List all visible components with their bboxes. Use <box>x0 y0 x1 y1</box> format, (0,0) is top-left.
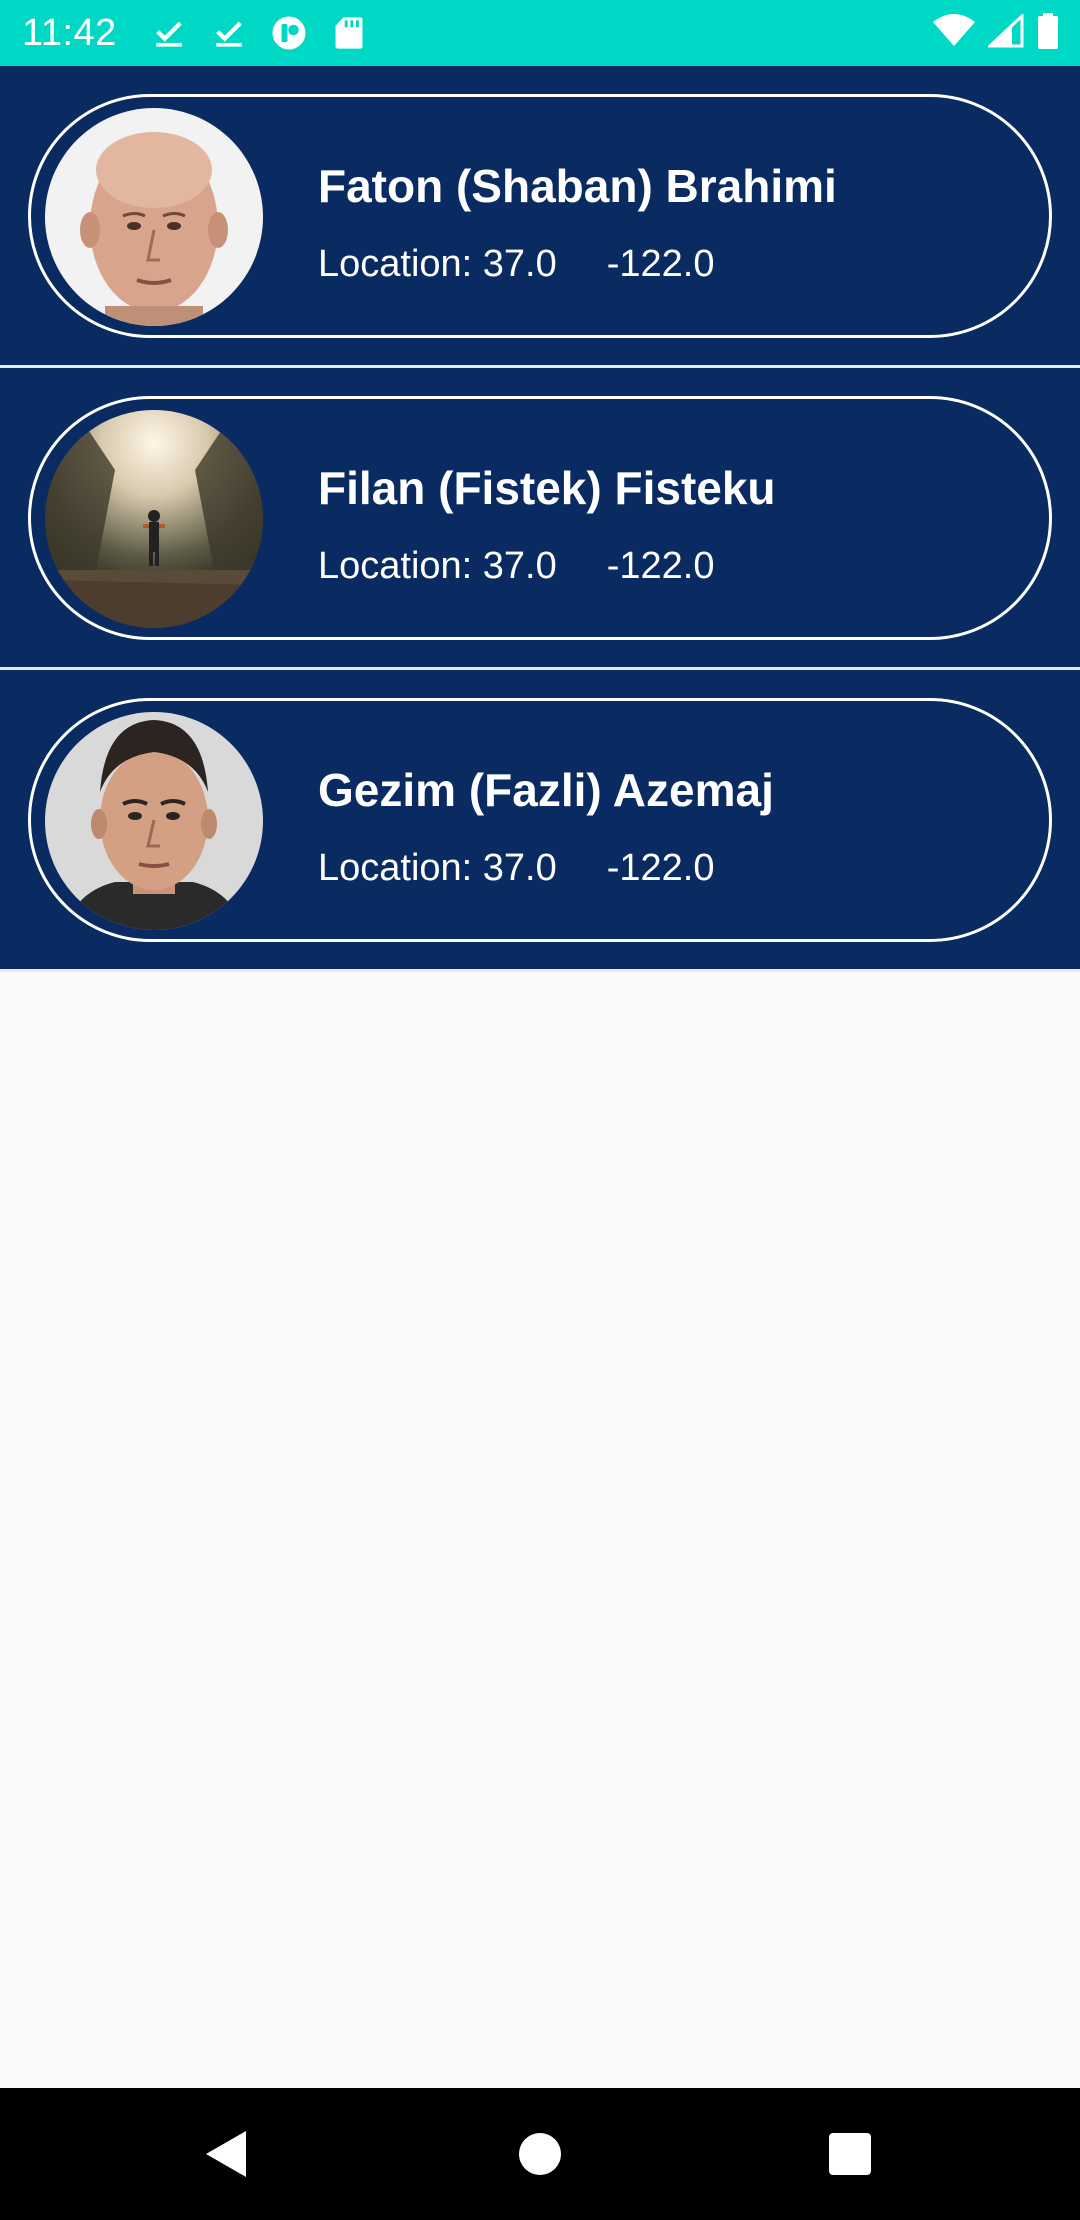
location-row: Location: 37.0 -122.0 <box>318 545 715 588</box>
back-icon[interactable] <box>194 2122 258 2186</box>
battery-icon <box>1036 12 1060 54</box>
home-icon[interactable] <box>508 2122 572 2186</box>
avatar <box>45 410 263 628</box>
location-longitude: -122.0 <box>606 545 715 587</box>
location-longitude: -122.0 <box>606 847 715 889</box>
location-latitude: Location: 37.0 <box>318 545 557 587</box>
person-name: Gezim (Fazli) Azemaj <box>318 764 774 816</box>
location-latitude: Location: 37.0 <box>318 847 557 889</box>
recents-icon[interactable] <box>818 2122 882 2186</box>
location-longitude: -122.0 <box>606 243 715 285</box>
status-bar: 11:42 <box>0 0 1080 66</box>
location-row: Location: 37.0 -122.0 <box>318 847 715 890</box>
avatar <box>45 108 263 326</box>
people-list: Faton (Shaban) Brahimi Location: 37.0 -12… <box>0 66 1080 972</box>
location-latitude: Location: 37.0 <box>318 243 557 285</box>
cellular-signal-icon <box>986 12 1024 53</box>
person-card[interactable]: Gezim (Fazli) Azemaj Location: 37.0 -122.… <box>28 698 1052 942</box>
app-notification-icon <box>271 15 307 51</box>
person-name: Faton (Shaban) Brahimi <box>318 160 837 212</box>
avatar <box>45 712 263 930</box>
navigation-bar <box>0 2088 1080 2220</box>
system-icons <box>932 0 1060 66</box>
person-name: Filan (Fistek) Fisteku <box>318 462 776 514</box>
person-card[interactable]: Faton (Shaban) Brahimi Location: 37.0 -12… <box>28 94 1052 338</box>
list-item[interactable]: Faton (Shaban) Brahimi Location: 37.0 -12… <box>0 66 1080 368</box>
download-done-icon <box>211 15 247 51</box>
status-time: 11:42 <box>22 11 117 54</box>
notification-icons <box>151 15 367 51</box>
person-card[interactable]: Filan (Fistek) Fisteku Location: 37.0 -12… <box>28 396 1052 640</box>
sd-card-icon <box>331 15 367 51</box>
list-item[interactable]: Filan (Fistek) Fisteku Location: 37.0 -12… <box>0 368 1080 670</box>
list-item[interactable]: Gezim (Fazli) Azemaj Location: 37.0 -122.… <box>0 670 1080 972</box>
download-done-icon <box>151 15 187 51</box>
location-row: Location: 37.0 -122.0 <box>318 243 715 286</box>
wifi-icon <box>932 13 976 53</box>
